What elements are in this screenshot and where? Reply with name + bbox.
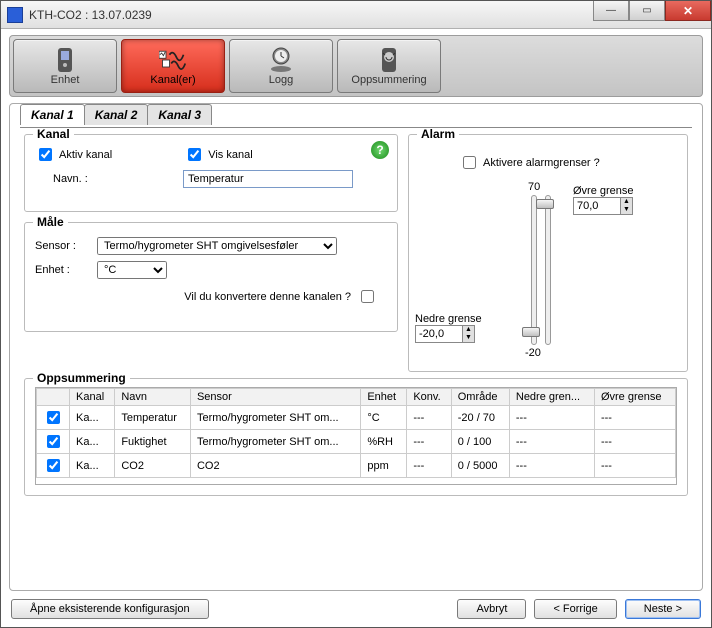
log-icon bbox=[267, 46, 295, 74]
sensor-label: Sensor : bbox=[35, 240, 91, 252]
open-config-button[interactable]: Åpne eksisterende konfigurasjon bbox=[11, 599, 209, 619]
toolbar-logg[interactable]: Logg bbox=[229, 39, 333, 93]
help-icon[interactable]: ? bbox=[371, 141, 389, 159]
footer-buttons: Åpne eksisterende konfigurasjon Avbryt <… bbox=[9, 595, 703, 619]
aktiv-kanal-checkbox[interactable]: Aktiv kanal bbox=[35, 145, 112, 164]
convert-label: Vil du konvertere denne kanalen ? bbox=[184, 291, 351, 303]
summary-table: Kanal Navn Sensor Enhet Konv. Område Ned… bbox=[36, 388, 676, 478]
alarm-activate-label: Aktivere alarmgrenser ? bbox=[483, 157, 600, 169]
back-button[interactable]: < Forrige bbox=[534, 599, 616, 619]
col-konv[interactable]: Konv. bbox=[407, 389, 451, 406]
summary-table-wrap: Kanal Navn Sensor Enhet Konv. Område Ned… bbox=[35, 387, 677, 485]
tab-container: Kanal 1 Kanal 2 Kanal 3 Kanal ? Aktiv bbox=[9, 103, 703, 591]
table-row[interactable]: Ka... CO2 CO2 ppm --- 0 / 5000 --- --- bbox=[37, 454, 676, 478]
channels-icon bbox=[159, 46, 187, 74]
main-toolbar: Enhet Kanal(er) Logg Oppsummering bbox=[9, 35, 703, 97]
lower-limit-label: Nedre grense bbox=[415, 313, 482, 325]
aktiv-kanal-label: Aktiv kanal bbox=[59, 149, 112, 161]
lower-limit-spinner[interactable]: ▲▼ bbox=[415, 325, 475, 343]
next-button[interactable]: Neste > bbox=[625, 599, 701, 619]
maximize-button[interactable]: ▭ bbox=[629, 1, 665, 21]
close-button[interactable]: ✕ bbox=[665, 1, 711, 21]
device-icon bbox=[51, 46, 79, 74]
summary-icon bbox=[375, 46, 403, 74]
upper-tick-label: 70 bbox=[528, 181, 540, 193]
navn-input[interactable] bbox=[183, 170, 353, 188]
upper-limit-spinner[interactable]: ▲▼ bbox=[573, 197, 633, 215]
toolbar-label: Enhet bbox=[51, 74, 80, 86]
range-slider[interactable] bbox=[519, 195, 549, 345]
col-ovre[interactable]: Øvre grense bbox=[594, 389, 675, 406]
convert-checkbox[interactable] bbox=[361, 290, 374, 303]
window-title: KTH-CO2 : 13.07.0239 bbox=[29, 8, 152, 22]
minimize-icon: — bbox=[606, 5, 616, 16]
titlebar: KTH-CO2 : 13.07.0239 — ▭ ✕ bbox=[1, 1, 711, 29]
tab-body: Kanal ? Aktiv kanal Vis kanal bbox=[20, 127, 692, 580]
toolbar-kanaler[interactable]: Kanal(er) bbox=[121, 39, 225, 93]
col-omrade[interactable]: Område bbox=[451, 389, 509, 406]
close-icon: ✕ bbox=[683, 4, 693, 18]
toolbar-enhet[interactable]: Enhet bbox=[13, 39, 117, 93]
row-checkbox[interactable] bbox=[47, 459, 60, 472]
alarm-legend: Alarm bbox=[417, 127, 459, 141]
kanal-legend: Kanal bbox=[33, 127, 74, 141]
slider-track-right bbox=[545, 195, 551, 345]
vis-kanal-label: Vis kanal bbox=[208, 149, 252, 161]
maale-legend: Måle bbox=[33, 215, 68, 229]
spin-up-icon[interactable]: ▲ bbox=[462, 326, 474, 334]
table-row[interactable]: Ka... Temperatur Termo/hygrometer SHT om… bbox=[37, 406, 676, 430]
tab-kanal-1[interactable]: Kanal 1 bbox=[20, 104, 85, 125]
enhet-label: Enhet : bbox=[35, 264, 91, 276]
app-icon bbox=[7, 7, 23, 23]
maale-group: Måle Sensor : Termo/hygrometer SHT omgiv… bbox=[24, 222, 398, 332]
enhet-select[interactable]: °C bbox=[97, 261, 167, 279]
minimize-button[interactable]: — bbox=[593, 1, 629, 21]
summary-legend: Oppsummering bbox=[33, 371, 130, 385]
spin-down-icon[interactable]: ▼ bbox=[462, 334, 474, 342]
col-sensor[interactable]: Sensor bbox=[190, 389, 360, 406]
spin-up-icon[interactable]: ▲ bbox=[620, 198, 632, 206]
slider-track-left bbox=[531, 195, 537, 345]
aktiv-kanal-input[interactable] bbox=[39, 148, 52, 161]
navn-label: Navn. : bbox=[35, 173, 95, 185]
kanal-group: Kanal ? Aktiv kanal Vis kanal bbox=[24, 134, 398, 212]
vis-kanal-checkbox[interactable]: Vis kanal bbox=[184, 145, 252, 164]
alarm-activate-input[interactable] bbox=[463, 156, 476, 169]
slider-thumb-upper[interactable] bbox=[536, 199, 554, 209]
spin-down-icon[interactable]: ▼ bbox=[620, 206, 632, 214]
toolbar-label: Logg bbox=[269, 74, 293, 86]
col-kanal[interactable]: Kanal bbox=[70, 389, 115, 406]
row-checkbox[interactable] bbox=[47, 435, 60, 448]
alarm-activate-checkbox[interactable]: Aktivere alarmgrenser ? bbox=[459, 153, 677, 172]
row-checkbox[interactable] bbox=[47, 411, 60, 424]
cancel-button[interactable]: Avbryt bbox=[457, 599, 526, 619]
vis-kanal-input[interactable] bbox=[188, 148, 201, 161]
alarm-group: Alarm Aktivere alarmgrenser ? 70 Øvre gr… bbox=[408, 134, 688, 372]
table-row[interactable]: Ka... Fuktighet Termo/hygrometer SHT om.… bbox=[37, 430, 676, 454]
slider-thumb-lower[interactable] bbox=[522, 327, 540, 337]
toolbar-label: Kanal(er) bbox=[150, 74, 195, 86]
lower-tick-label: -20 bbox=[525, 347, 541, 359]
summary-group: Oppsummering Kanal Navn Sensor Enhet bbox=[24, 378, 688, 496]
upper-limit-label: Øvre grense bbox=[573, 185, 634, 197]
tab-kanal-3[interactable]: Kanal 3 bbox=[147, 104, 212, 125]
upper-limit-input[interactable] bbox=[574, 198, 620, 214]
toolbar-oppsummering[interactable]: Oppsummering bbox=[337, 39, 441, 93]
col-navn[interactable]: Navn bbox=[115, 389, 191, 406]
tab-kanal-2[interactable]: Kanal 2 bbox=[84, 104, 149, 125]
col-enhet[interactable]: Enhet bbox=[361, 389, 407, 406]
toolbar-label: Oppsummering bbox=[351, 74, 426, 86]
sensor-select[interactable]: Termo/hygrometer SHT omgivelsesføler bbox=[97, 237, 337, 255]
lower-limit-input[interactable] bbox=[416, 326, 462, 342]
tab-strip: Kanal 1 Kanal 2 Kanal 3 bbox=[20, 104, 692, 125]
maximize-icon: ▭ bbox=[642, 5, 651, 16]
app-window: KTH-CO2 : 13.07.0239 — ▭ ✕ Enhet Kanal(e… bbox=[0, 0, 712, 628]
col-nedre[interactable]: Nedre gren... bbox=[509, 389, 594, 406]
